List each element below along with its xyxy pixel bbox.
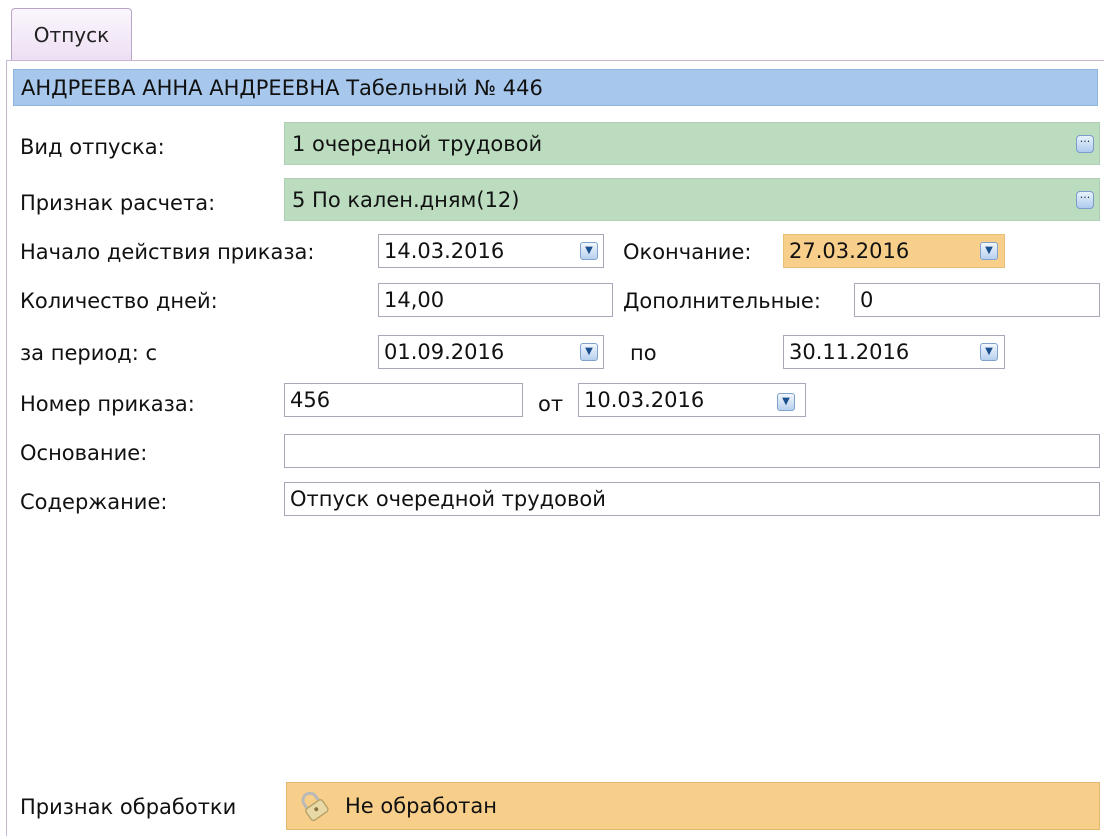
vacation-type-ellipsis-icon[interactable]: ···	[1076, 134, 1094, 153]
start-date-value: 14.03.2016	[384, 239, 505, 263]
start-date-input[interactable]: 14.03.2016	[378, 234, 604, 268]
calc-sign-ellipsis-icon[interactable]: ···	[1076, 190, 1094, 209]
order-date-label: от	[538, 392, 564, 416]
lock-icon	[301, 791, 329, 822]
order-date-input[interactable]: 10.03.2016	[578, 383, 806, 417]
period-label: за период: с	[20, 341, 158, 365]
end-date-value: 27.03.2016	[789, 239, 910, 263]
content-input[interactable]: Отпуск очередной трудовой	[284, 482, 1100, 516]
tab-label: Отпуск	[33, 22, 110, 47]
period-from-input[interactable]: 01.09.2016	[378, 335, 604, 369]
additional-value: 0	[860, 288, 874, 312]
end-date-input[interactable]: 27.03.2016	[783, 234, 1005, 268]
content-value: Отпуск очередной трудовой	[290, 487, 606, 511]
start-label: Начало действия приказа:	[20, 240, 315, 264]
content-label: Содержание:	[20, 490, 168, 514]
processing-status: Не обработан	[286, 782, 1100, 830]
end-date-chevron-down-icon[interactable]: ▼	[980, 242, 998, 260]
start-date-chevron-down-icon[interactable]: ▼	[580, 242, 598, 260]
order-date-chevron-down-icon[interactable]: ▼	[777, 393, 795, 411]
vacation-type-label: Вид отпуска:	[20, 135, 165, 159]
days-value: 14,00	[384, 288, 445, 312]
additional-label: Дополнительные:	[623, 289, 821, 313]
days-input[interactable]: 14,00	[378, 283, 613, 317]
days-label: Количество дней:	[20, 289, 218, 313]
employee-header: АНДРЕЕВА АННА АНДРЕЕВНА Табельный № 446	[13, 69, 1098, 106]
tab-vacation[interactable]: Отпуск	[11, 8, 132, 60]
order-date-value: 10.03.2016	[584, 388, 705, 412]
vacation-type-field[interactable]: 1 очередной трудовой ···	[284, 122, 1100, 165]
calc-sign-label: Признак расчета:	[20, 191, 216, 215]
end-label: Окончание:	[623, 240, 752, 264]
period-from-value: 01.09.2016	[384, 340, 505, 364]
calc-sign-field[interactable]: 5 По кален.дням(12) ···	[284, 178, 1100, 221]
basis-label: Основание:	[20, 441, 148, 465]
processing-label: Признак обработки	[20, 795, 237, 819]
period-to-chevron-down-icon[interactable]: ▼	[980, 343, 998, 361]
vacation-type-value: 1 очередной трудовой	[292, 131, 543, 156]
period-from-chevron-down-icon[interactable]: ▼	[580, 343, 598, 361]
processing-value: Не обработан	[345, 794, 498, 818]
order-number-label: Номер приказа:	[20, 392, 195, 416]
additional-input[interactable]: 0	[854, 283, 1100, 317]
order-number-input[interactable]: 456	[284, 383, 523, 417]
period-to-label: по	[630, 341, 657, 365]
employee-header-text: АНДРЕЕВА АННА АНДРЕЕВНА Табельный № 446	[21, 75, 543, 100]
order-number-value: 456	[290, 388, 331, 412]
period-to-input[interactable]: 30.11.2016	[783, 335, 1005, 369]
period-to-value: 30.11.2016	[789, 340, 910, 364]
basis-input[interactable]	[284, 434, 1100, 468]
calc-sign-value: 5 По кален.дням(12)	[292, 187, 520, 212]
